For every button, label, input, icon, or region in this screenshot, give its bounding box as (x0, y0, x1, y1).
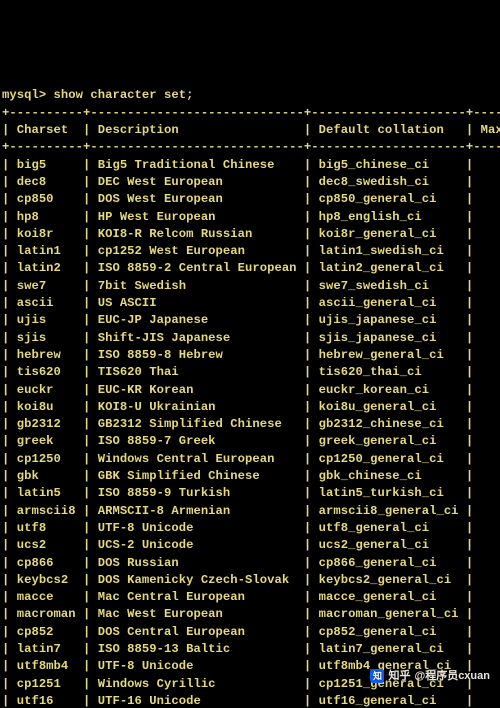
table-row: | swe7 | 7bit Swedish | swe7_swedish_ci … (2, 278, 498, 295)
table-row: | sjis | Shift-JIS Japanese | sjis_japan… (2, 330, 498, 347)
table-row: | hebrew | ISO 8859-8 Hebrew | hebrew_ge… (2, 347, 498, 364)
table-row: | latin2 | ISO 8859-2 Central European |… (2, 260, 498, 277)
table-row: | euckr | EUC-KR Korean | euckr_korean_c… (2, 382, 498, 399)
table-row: | cp852 | DOS Central European | cp852_g… (2, 624, 498, 641)
table-border: +----------+----------------------------… (2, 139, 498, 156)
zhihu-logo-icon: 知 (370, 669, 384, 683)
table-row: | koi8u | KOI8-U Ukrainian | koi8u_gener… (2, 399, 498, 416)
table-row: | latin5 | ISO 8859-9 Turkish | latin5_t… (2, 485, 498, 502)
table-row: | utf8 | UTF-8 Unicode | utf8_general_ci… (2, 520, 498, 537)
table-row: | ucs2 | UCS-2 Unicode | ucs2_general_ci… (2, 537, 498, 554)
watermark: 知 知乎 @程序员cxuan (370, 668, 490, 685)
table-row: | hp8 | HP West European | hp8_english_c… (2, 209, 498, 226)
table-row: | dec8 | DEC West European | dec8_swedis… (2, 174, 498, 191)
table-row: | big5 | Big5 Traditional Chinese | big5… (2, 157, 498, 174)
table-row: | armscii8 | ARMSCII-8 Armenian | armsci… (2, 503, 498, 520)
table-row: | gb2312 | GB2312 Simplified Chinese | g… (2, 416, 498, 433)
watermark-source: 知乎 (388, 668, 410, 685)
table-row: | latin1 | cp1252 West European | latin1… (2, 243, 498, 260)
table-row: | macroman | Mac West European | macroma… (2, 606, 498, 623)
table-row: | ascii | US ASCII | ascii_general_ci | … (2, 295, 498, 312)
table-row: | tis620 | TIS620 Thai | tis620_thai_ci … (2, 364, 498, 381)
table-border: +----------+----------------------------… (2, 105, 498, 122)
table-row: | gbk | GBK Simplified Chinese | gbk_chi… (2, 468, 498, 485)
terminal-output: mysql> show character set;+----------+--… (0, 86, 500, 708)
watermark-author: @程序员cxuan (414, 668, 490, 685)
table-header-row: | Charset | Description | Default collat… (2, 122, 498, 139)
table-row: | keybcs2 | DOS Kamenicky Czech-Slovak |… (2, 572, 498, 589)
table-row: | cp1250 | Windows Central European | cp… (2, 451, 498, 468)
table-row: | koi8r | KOI8-R Relcom Russian | koi8r_… (2, 226, 498, 243)
table-row: | cp866 | DOS Russian | cp866_general_ci… (2, 555, 498, 572)
table-row: | greek | ISO 8859-7 Greek | greek_gener… (2, 433, 498, 450)
table-row: | latin7 | ISO 8859-13 Baltic | latin7_g… (2, 641, 498, 658)
mysql-prompt: mysql> show character set; (2, 87, 498, 104)
table-row: | cp850 | DOS West European | cp850_gene… (2, 191, 498, 208)
table-row: | macce | Mac Central European | macce_g… (2, 589, 498, 606)
table-row: | utf16 | UTF-16 Unicode | utf16_general… (2, 693, 498, 708)
table-row: | ujis | EUC-JP Japanese | ujis_japanese… (2, 312, 498, 329)
